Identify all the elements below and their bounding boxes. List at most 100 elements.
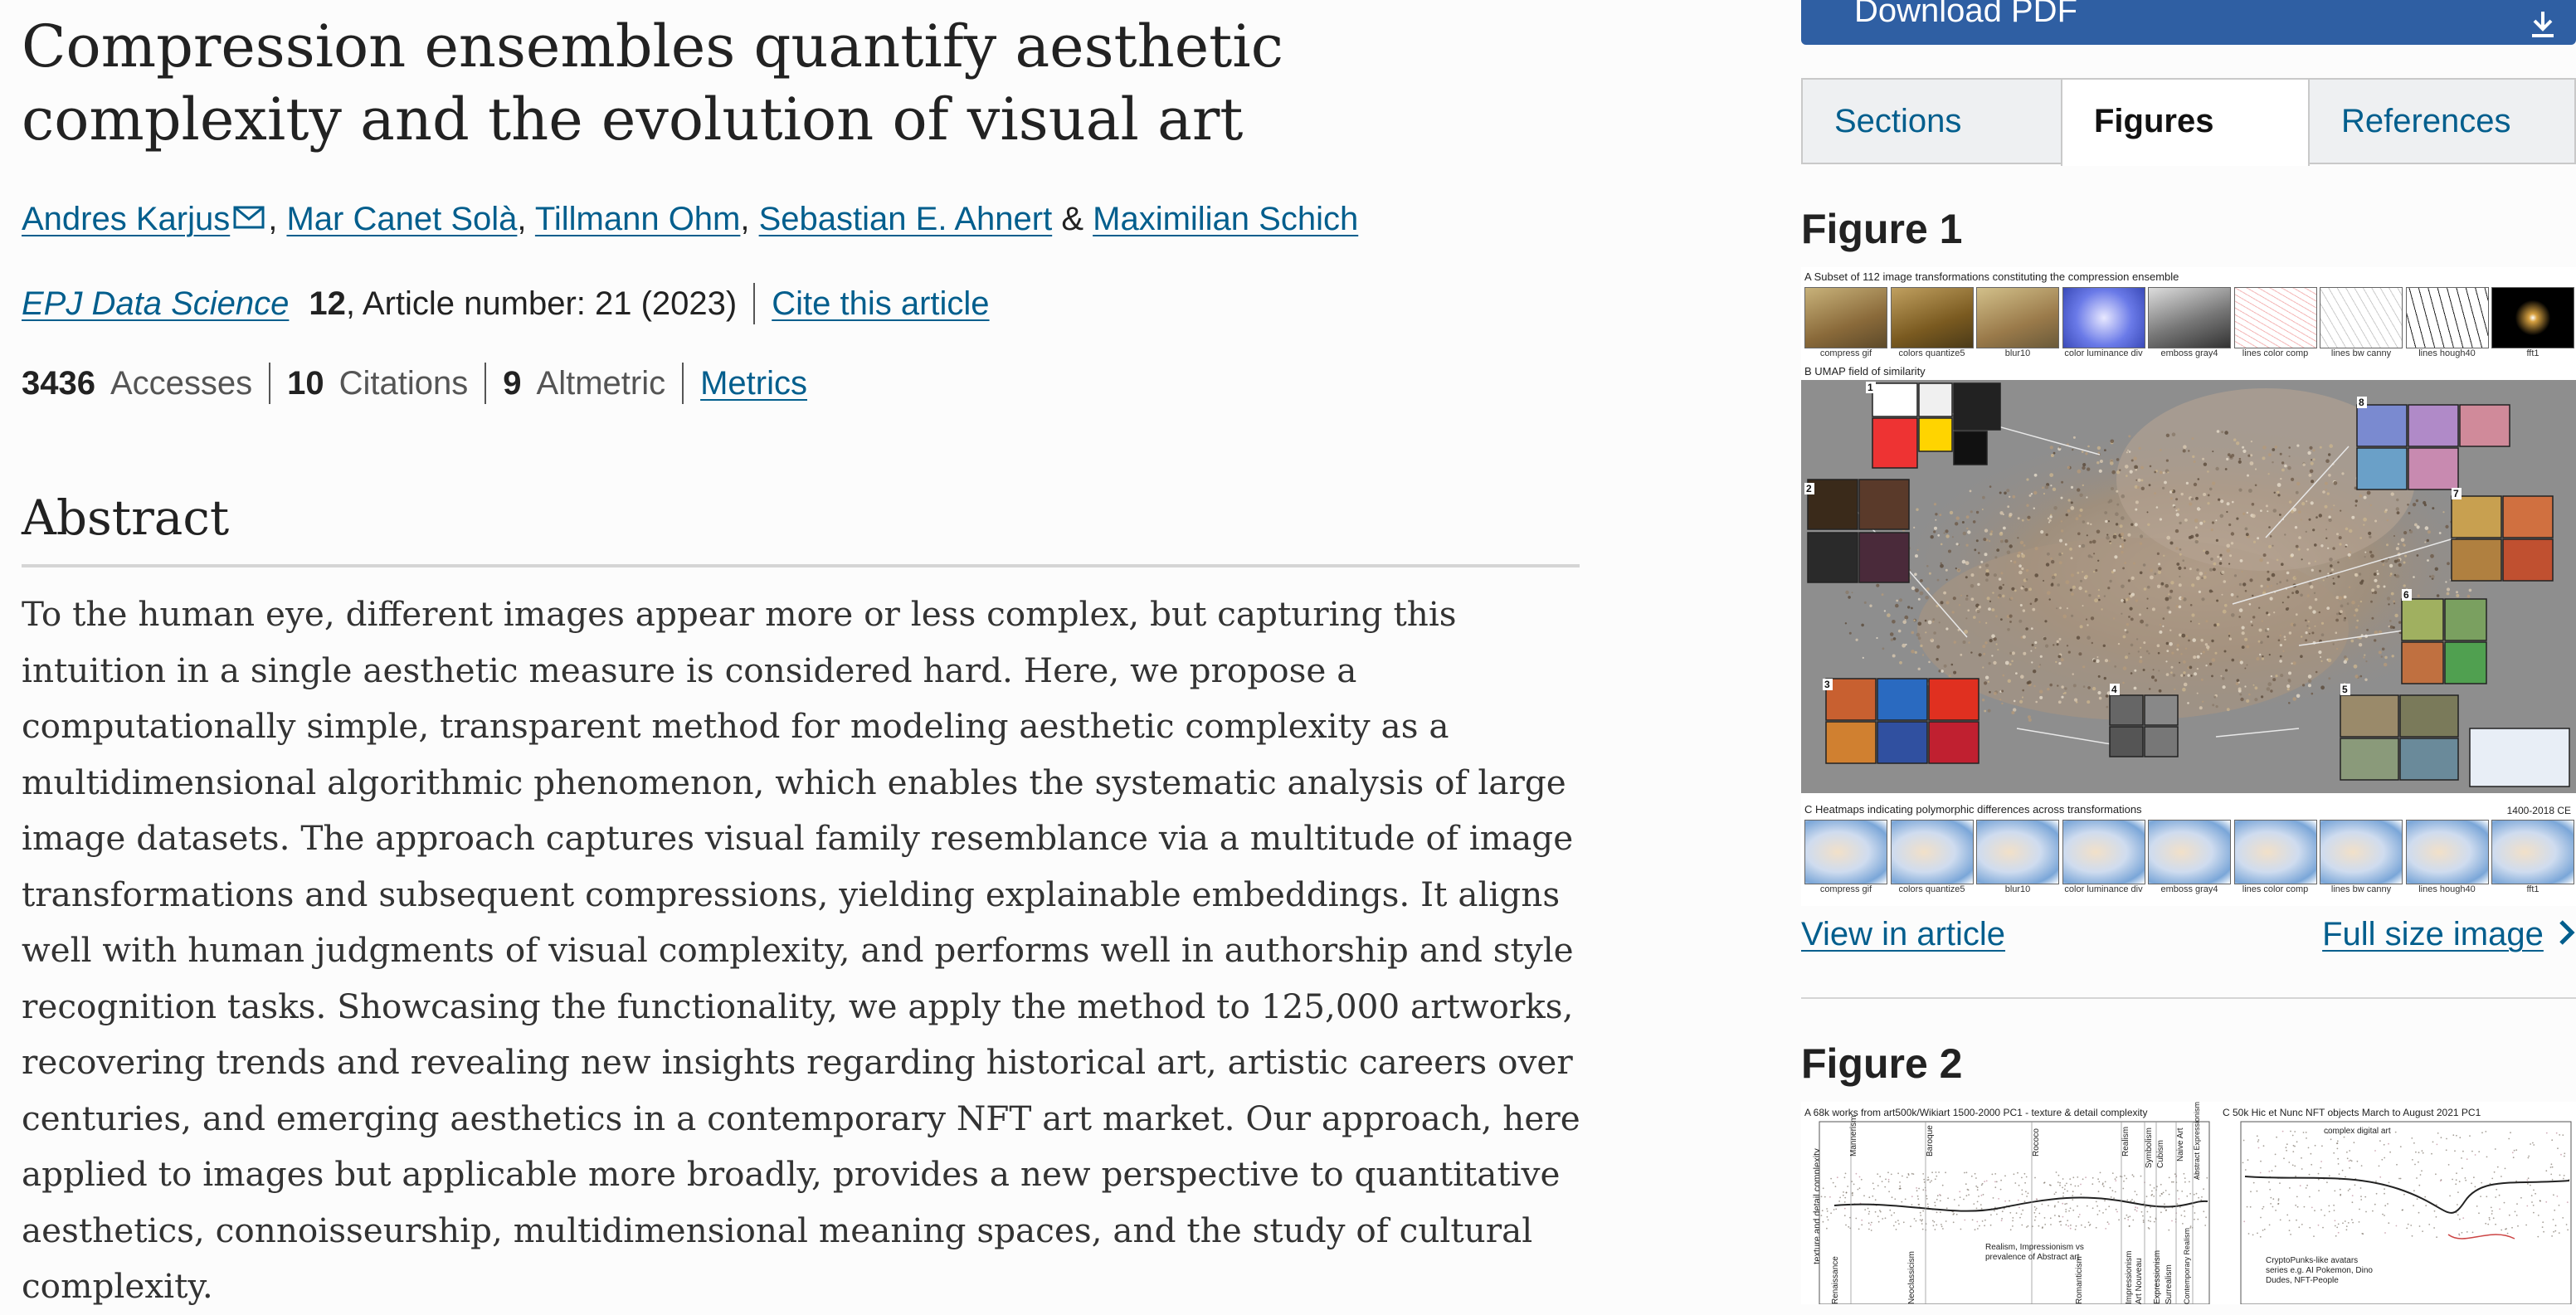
- umap-point: [2386, 597, 2391, 601]
- plot-point: [2379, 1140, 2381, 1142]
- plot-point: [1945, 1207, 1948, 1210]
- umap-point: [2344, 655, 2347, 659]
- plot-point: [1934, 1205, 1936, 1207]
- plot-point: [2194, 1212, 2196, 1214]
- full-size-image-link-wrap[interactable]: Full size image: [2322, 916, 2576, 955]
- plot-point: [2286, 1143, 2288, 1146]
- umap-point: [1991, 655, 1994, 657]
- plot-point: [1953, 1199, 1955, 1201]
- umap-point: [2069, 548, 2072, 551]
- journal-link[interactable]: EPJ Data Science: [22, 280, 289, 327]
- artwork-thumbnail: [1928, 721, 1979, 764]
- figure-1-image[interactable]: A Subset of 112 image transformations co…: [1801, 267, 2576, 906]
- email-icon[interactable]: [233, 196, 265, 242]
- plot-point: [1847, 1186, 1849, 1187]
- umap-point: [2121, 545, 2125, 549]
- author-link[interactable]: Tillmann Ohm: [535, 201, 740, 237]
- metrics-link[interactable]: Metrics: [700, 360, 807, 407]
- accesses-count: 3436: [22, 365, 95, 402]
- plot-point: [2364, 1196, 2367, 1198]
- author-link[interactable]: Sebastian E. Ahnert: [759, 201, 1053, 237]
- download-pdf-button[interactable]: Download PDF: [1801, 0, 2576, 45]
- plot-point: [2102, 1212, 2104, 1214]
- author-link[interactable]: Maximilian Schich: [1093, 201, 1358, 237]
- umap-point: [2140, 465, 2145, 470]
- plot-point: [2136, 1207, 2139, 1209]
- plot-point: [1836, 1176, 1838, 1179]
- umap-point: [1960, 653, 1963, 656]
- plot-point: [1981, 1220, 1984, 1222]
- plot-point: [2302, 1132, 2305, 1133]
- plot-point: [2410, 1225, 2413, 1226]
- umap-point: [2165, 641, 2169, 645]
- author-link[interactable]: Andres Karjus: [22, 201, 230, 237]
- umap-point: [2363, 495, 2367, 499]
- umap-point: [2182, 687, 2186, 692]
- view-in-article-link[interactable]: View in article: [1801, 916, 2005, 953]
- umap-point: [2159, 630, 2163, 634]
- umap-point: [2162, 617, 2165, 620]
- author-link[interactable]: Mar Canet Solà: [286, 201, 517, 237]
- umap-point: [2010, 597, 2014, 600]
- plot-point: [2471, 1231, 2474, 1234]
- plot-point: [2048, 1205, 2049, 1206]
- umap-point: [2147, 523, 2150, 526]
- plot-point: [2351, 1219, 2353, 1221]
- plot-point: [2072, 1191, 2074, 1193]
- plot-point: [2542, 1221, 2544, 1224]
- figure-2-image[interactable]: A 68k works from art500k/Wikiart 1500-20…: [1801, 1102, 2576, 1304]
- plot-point: [1915, 1220, 1917, 1222]
- plot-point: [2054, 1215, 2056, 1216]
- plot-point: [2349, 1166, 2351, 1169]
- umap-point: [2267, 636, 2270, 638]
- umap-point: [2268, 544, 2272, 548]
- plot-point: [2160, 1183, 2162, 1186]
- umap-point: [2261, 695, 2264, 699]
- umap-point: [2071, 614, 2074, 617]
- umap-point: [2348, 557, 2351, 559]
- plot-point: [2445, 1149, 2447, 1152]
- full-size-image-link[interactable]: Full size image: [2322, 916, 2544, 952]
- tab-sections[interactable]: Sections: [1801, 78, 2061, 164]
- umap-point: [2447, 562, 2450, 566]
- umap-point: [2179, 661, 2181, 664]
- plot-point: [1966, 1188, 1969, 1191]
- umap-point: [1989, 533, 1993, 536]
- umap-point: [2354, 608, 2359, 612]
- plot-point: [2035, 1207, 2038, 1210]
- umap-point: [2252, 684, 2255, 686]
- plot-point: [2025, 1191, 2027, 1193]
- tab-figures[interactable]: Figures: [2061, 78, 2310, 166]
- umap-point: [2320, 544, 2324, 548]
- plot-point: [2252, 1234, 2254, 1236]
- plot-point: [2455, 1179, 2457, 1181]
- plot-point: [2505, 1228, 2507, 1230]
- plot-point: [2513, 1149, 2515, 1152]
- plot-point: [2153, 1196, 2155, 1197]
- cite-article-link[interactable]: Cite this article: [772, 280, 989, 327]
- figure-2-title: Figure 2: [1801, 1040, 1963, 1087]
- chevron-right-icon: [2558, 918, 2576, 955]
- umap-point: [2359, 494, 2363, 498]
- plot-point: [1890, 1173, 1892, 1176]
- umap-point: [2177, 508, 2180, 511]
- umap-point: [2043, 492, 2046, 495]
- umap-point: [2345, 527, 2349, 531]
- style-label: Surrealism: [2165, 1264, 2174, 1304]
- plot-point: [2070, 1224, 2072, 1226]
- umap-point: [2114, 665, 2117, 668]
- plot-point: [1927, 1176, 1929, 1178]
- umap-point: [2260, 640, 2263, 645]
- umap-point: [1939, 514, 1942, 516]
- umap-point: [2000, 618, 2003, 621]
- tab-references[interactable]: References: [2310, 78, 2576, 164]
- plot-point: [2164, 1203, 2165, 1205]
- umap-point: [2207, 494, 2210, 497]
- plot-point: [2525, 1224, 2527, 1226]
- umap-point: [2200, 652, 2203, 655]
- umap-point: [2133, 562, 2135, 565]
- umap-point: [2184, 567, 2186, 570]
- umap-point: [2116, 503, 2120, 506]
- plot-point: [2165, 1190, 2167, 1191]
- plot-point: [2324, 1215, 2325, 1216]
